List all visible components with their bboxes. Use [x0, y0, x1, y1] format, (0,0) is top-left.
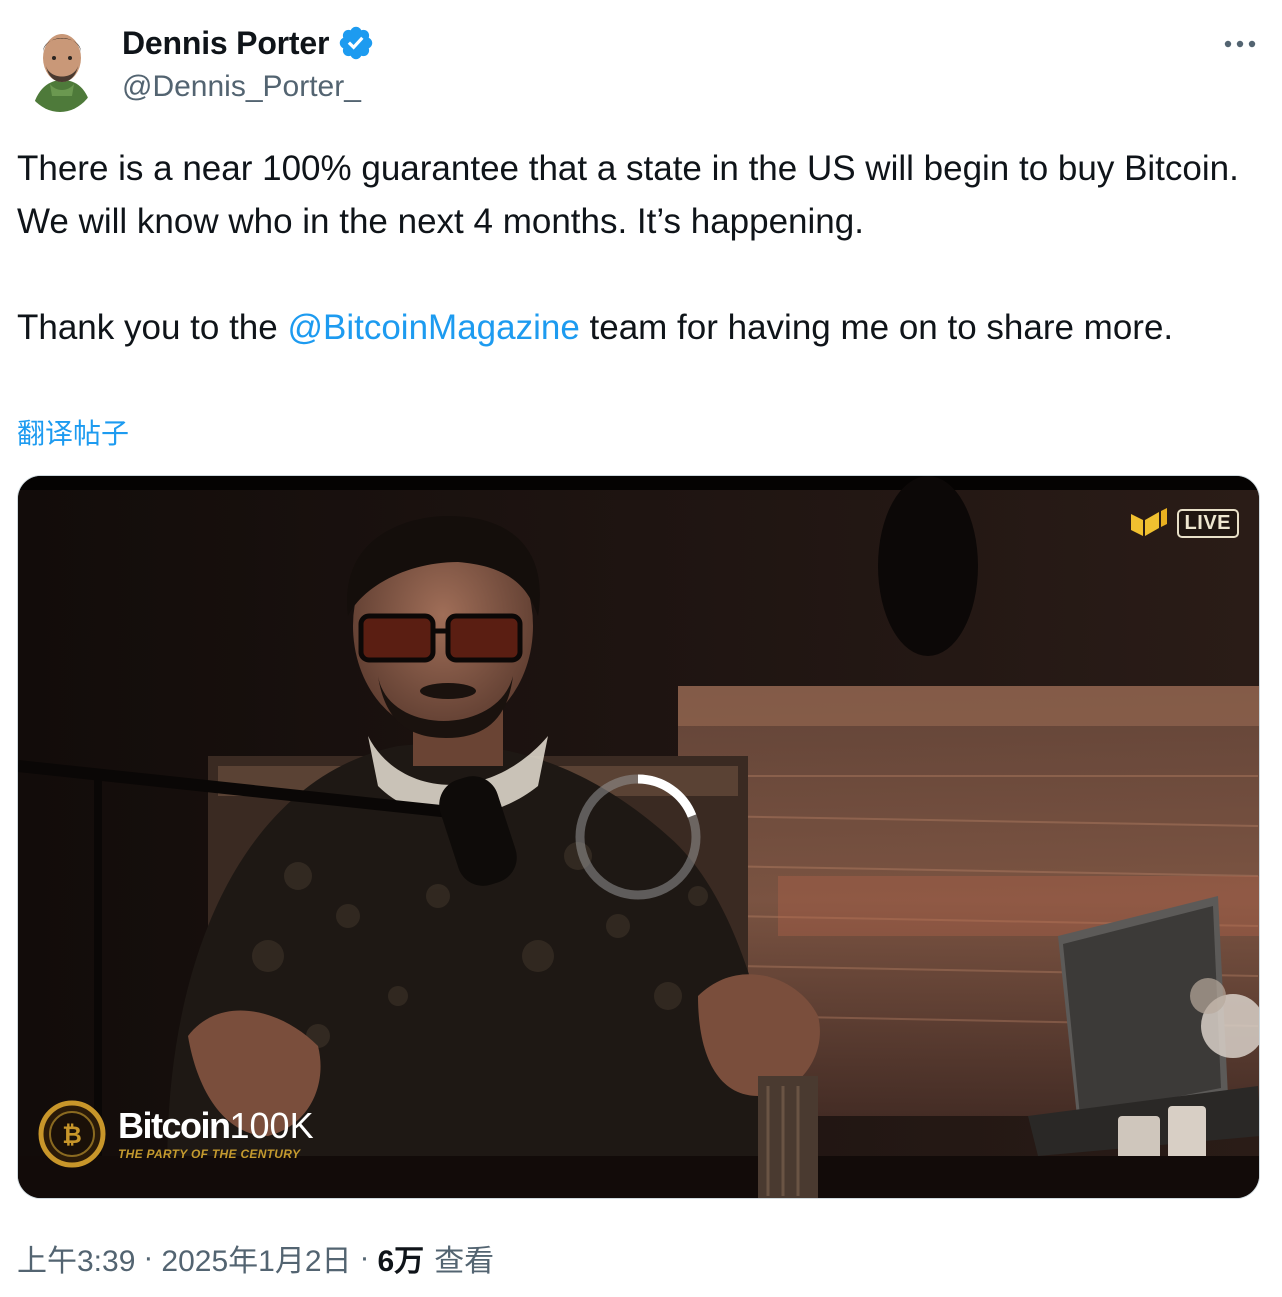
views-label[interactable]: 查看 — [434, 1236, 494, 1280]
event-coin-icon: ₿ — [38, 1100, 106, 1168]
event-logo: ₿ Bitcoin100K THE PARTY OF THE CENTURY — [38, 1100, 314, 1168]
svg-text:₿: ₿ — [62, 1121, 82, 1149]
author-handle[interactable]: @Dennis_Porter_ — [122, 70, 361, 104]
event-title-bold: Bitcoin — [118, 1104, 231, 1146]
live-logo-icon — [1130, 508, 1167, 536]
live-badge: LIVE — [1129, 508, 1239, 538]
loading-spinner-icon — [575, 774, 701, 900]
event-text: Bitcoin100K THE PARTY OF THE CENTURY — [118, 1104, 314, 1161]
mention-link[interactable]: @BitcoinMagazine — [287, 308, 579, 347]
author-display-name[interactable]: Dennis Porter — [122, 25, 329, 62]
tweet-paragraph-2: Thank you to the @BitcoinMagazine team f… — [17, 301, 1257, 354]
tweet-text-suffix: team for having me on to share more. — [579, 308, 1174, 347]
post-date[interactable]: 2025年1月2日 — [161, 1236, 351, 1280]
tweet-card: Dennis Porter @Dennis_Porter_ There is a… — [0, 0, 1282, 1297]
verified-badge-icon[interactable] — [337, 24, 375, 62]
event-title-thin: 100K — [229, 1104, 314, 1146]
translate-post-link[interactable]: 翻译帖子 — [17, 412, 129, 452]
event-subtitle: THE PARTY OF THE CENTURY — [118, 1146, 301, 1161]
separator: · — [143, 1241, 154, 1274]
more-options-icon[interactable] — [1222, 26, 1258, 62]
tweet-text-prefix: Thank you to the — [17, 308, 288, 347]
separator: · — [359, 1241, 370, 1274]
views-count[interactable]: 6万 — [378, 1236, 425, 1280]
author-name-row: Dennis Porter — [122, 24, 375, 62]
tweet-metadata: 上午3:39 · 2025年1月2日 · 6万 查看 — [17, 1236, 494, 1280]
event-title: Bitcoin100K — [118, 1104, 314, 1146]
post-time[interactable]: 上午3:39 — [17, 1236, 135, 1280]
video-player[interactable]: LIVE ₿ Bitcoin100K THE PARTY OF THE CENT… — [17, 475, 1260, 1199]
tweet-paragraph-1: There is a near 100% guarantee that a st… — [17, 149, 1239, 241]
live-label: LIVE — [1176, 508, 1239, 538]
tweet-text: There is a near 100% guarantee that a st… — [17, 142, 1257, 354]
author-avatar[interactable] — [22, 22, 98, 112]
